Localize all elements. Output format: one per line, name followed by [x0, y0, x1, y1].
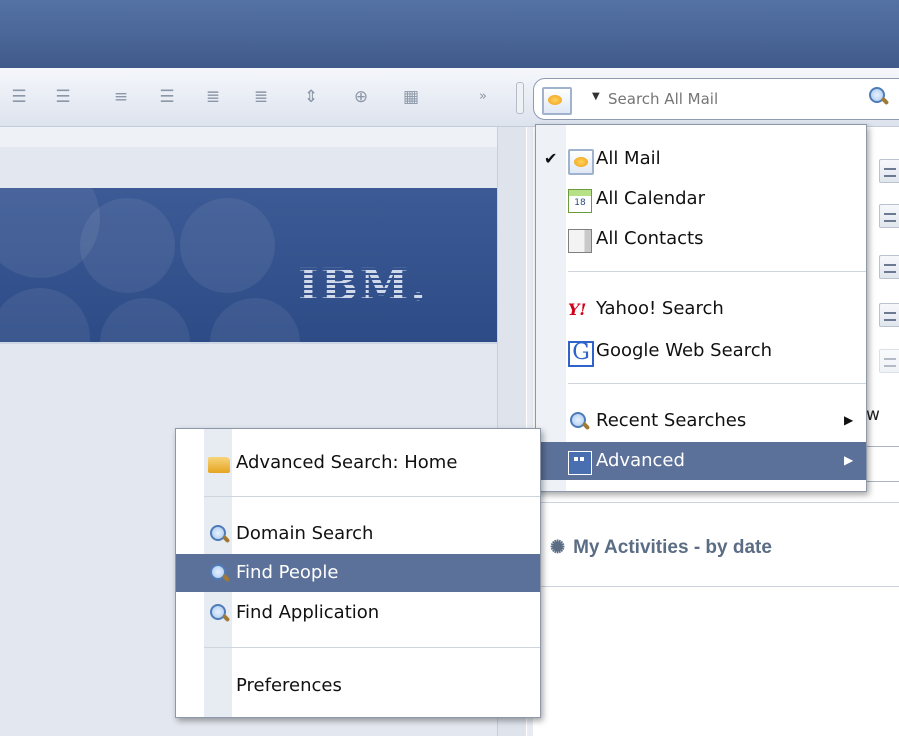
advanced-icon — [568, 451, 592, 475]
calendar-icon: 18 — [568, 189, 592, 213]
search-icon — [208, 563, 230, 585]
menu-item-all-contacts[interactable]: All Contacts — [536, 220, 866, 258]
menu-item-label: Advanced Search: Home — [236, 452, 458, 473]
search-icon — [208, 603, 230, 625]
ibm-logo: IBM. — [298, 260, 428, 311]
align-center-icon[interactable]: ≡ — [110, 88, 132, 106]
line-spacing-icon[interactable]: ⇕ — [300, 88, 322, 106]
title-bar — [0, 0, 899, 68]
list-item-icon[interactable] — [879, 159, 899, 183]
divider — [540, 586, 899, 587]
menu-item-label: Yahoo! Search — [596, 298, 724, 319]
align-right-icon[interactable]: ≣ — [250, 88, 272, 106]
menu-item-label: Find Application — [236, 602, 380, 623]
menu-item-advanced-search-home[interactable]: Advanced Search: Home — [176, 444, 540, 482]
menu-item-advanced[interactable]: Advanced ▶ — [536, 442, 866, 480]
find-replace-icon[interactable]: ⊕ — [350, 88, 372, 106]
justify-icon[interactable]: ☰ — [156, 88, 178, 106]
table-icon[interactable]: ▦ — [400, 88, 422, 106]
search-input[interactable] — [606, 85, 850, 113]
toolbar-grip[interactable] — [516, 82, 524, 114]
numbered-list-icon[interactable]: ☰ — [52, 88, 74, 106]
search-scope-menu: ✔ All Mail 18 All Calendar All Contacts … — [535, 124, 867, 492]
submenu-arrow-icon: ▶ — [844, 453, 854, 467]
menu-separator — [204, 496, 540, 497]
ibm-banner: IBM. — [0, 188, 497, 342]
menu-item-all-mail[interactable]: ✔ All Mail — [536, 140, 866, 178]
checkmark-icon: ✔ — [544, 149, 558, 168]
left-pane-header — [0, 127, 525, 147]
menu-item-label: Domain Search — [236, 523, 374, 544]
submenu-arrow-icon: ▶ — [844, 413, 854, 427]
partial-text: w — [866, 405, 880, 425]
menu-item-find-application[interactable]: Find Application — [176, 594, 540, 632]
menu-item-find-people[interactable]: Find People — [176, 554, 540, 592]
menu-item-yahoo-search[interactable]: Y! Yahoo! Search — [536, 290, 866, 328]
menu-separator — [568, 383, 866, 384]
google-icon: G — [568, 341, 594, 367]
menu-item-label: All Mail — [596, 148, 661, 169]
menu-item-label: Advanced — [596, 450, 685, 471]
scope-dropdown-arrow-icon[interactable]: ▼ — [592, 91, 600, 102]
menu-item-recent-searches[interactable]: Recent Searches ▶ — [536, 402, 866, 440]
mail-icon — [568, 149, 594, 175]
menu-item-label: All Contacts — [596, 228, 704, 249]
menu-item-all-calendar[interactable]: 18 All Calendar — [536, 180, 866, 218]
loading-spinner-icon: ✺ — [550, 537, 566, 557]
menu-item-google-web-search[interactable]: G Google Web Search — [536, 332, 866, 370]
search-icon — [568, 411, 590, 433]
align-left-icon[interactable]: ≣ — [202, 88, 224, 106]
folder-icon — [208, 457, 230, 473]
menu-item-preferences[interactable]: Preferences — [176, 667, 540, 705]
advanced-submenu: Advanced Search: Home Domain Search Find… — [175, 428, 541, 718]
search-icon — [208, 524, 230, 546]
menu-separator — [204, 647, 540, 648]
menu-item-label: Google Web Search — [596, 340, 773, 361]
contacts-icon — [568, 229, 592, 253]
menu-item-label: All Calendar — [596, 188, 705, 209]
activities-heading: ✺ My Activities - by date — [550, 537, 772, 559]
bullet-list-icon[interactable]: ☰ — [8, 88, 30, 106]
divider — [540, 502, 899, 503]
list-item-icon[interactable] — [879, 255, 899, 279]
magnifier-icon[interactable] — [867, 86, 891, 110]
mail-scope-icon[interactable] — [542, 87, 572, 115]
yahoo-icon: Y! — [568, 300, 587, 319]
overflow-chevron-icon[interactable]: » — [472, 88, 494, 106]
list-item-icon[interactable] — [879, 349, 899, 373]
menu-item-label: Find People — [236, 562, 339, 583]
list-item-icon[interactable] — [879, 303, 899, 327]
activities-title: My Activities - by date — [573, 537, 772, 558]
menu-item-label: Recent Searches — [596, 410, 747, 431]
banner-underline — [0, 342, 497, 344]
menu-item-label: Preferences — [236, 675, 342, 696]
menu-item-domain-search[interactable]: Domain Search — [176, 515, 540, 553]
menu-separator — [568, 271, 866, 272]
list-item-icon[interactable] — [879, 204, 899, 228]
search-box[interactable]: ▼ — [533, 78, 899, 120]
